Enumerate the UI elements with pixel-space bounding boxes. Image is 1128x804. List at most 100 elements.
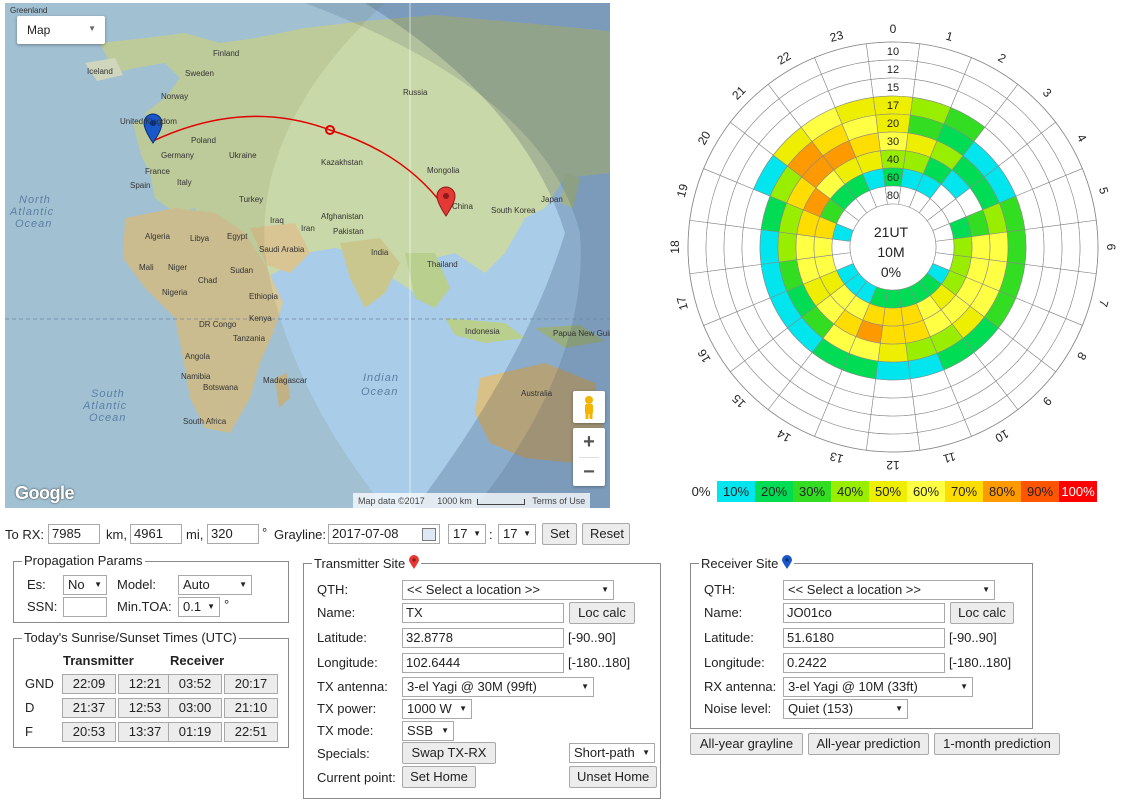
map-label-angola: Angola (185, 352, 210, 361)
polar-band-label: 40 (887, 154, 899, 166)
ocean-label: Atlantic (82, 400, 127, 412)
legend-swatch: 60% (907, 481, 945, 502)
receiver-site-title-text: Receiver Site (701, 556, 779, 571)
polar-band-label: 60 (887, 172, 899, 184)
sun-row-label: D (25, 700, 35, 715)
map-label-germany: Germany (161, 151, 194, 160)
tx-antenna-select[interactable]: 3-el Yagi @ 30M (99ft) (402, 677, 594, 697)
map-view[interactable]: Greenland Iceland Finland Sweden Norway … (5, 3, 610, 508)
map-label-ethiopia: Ethiopia (249, 292, 278, 301)
one-month-prediction-button[interactable]: 1-month prediction (934, 733, 1060, 755)
tx-loc-calc-button[interactable]: Loc calc (569, 602, 635, 624)
zoom-out-button[interactable]: − (573, 458, 605, 486)
sun-rx-header: Receiver (170, 653, 225, 668)
polar-hour-label: 10 (992, 426, 1011, 445)
km-label: km, (106, 527, 127, 542)
polar-cell (868, 414, 918, 435)
polar-cell (705, 222, 726, 272)
polar-hour-label: 1 (944, 29, 954, 44)
polar-cell (884, 289, 902, 309)
tx-lon-label: Longitude: (317, 655, 378, 670)
map-attribution: Map data ©2017 1000 km Terms of Use (353, 493, 591, 508)
all-year-prediction-button[interactable]: All-year prediction (808, 733, 929, 755)
scale-label[interactable]: 1000 km (432, 496, 477, 506)
set-home-button[interactable]: Set Home (402, 766, 476, 788)
tx-lat-label: Latitude: (317, 630, 367, 645)
rx-loc-calc-button[interactable]: Loc calc (950, 602, 1014, 624)
rx-antenna-select[interactable]: 3-el Yagi @ 10M (33ft) (783, 677, 973, 697)
map-label-south-korea: South Korea (491, 206, 536, 215)
rx-lon-field[interactable]: 0.2422 (783, 653, 945, 673)
polar-cell (1024, 226, 1045, 268)
ssn-field[interactable] (63, 597, 107, 617)
terms-link[interactable]: Terms of Use (527, 496, 590, 506)
rx-qth-select[interactable]: << Select a location >> (783, 580, 995, 600)
tx-power-select[interactable]: 1000 W (402, 699, 472, 719)
pegman-icon[interactable] (573, 391, 605, 423)
zoom-in-button[interactable]: + (573, 428, 605, 456)
map-label-finland: Finland (213, 49, 239, 58)
polar-cell (953, 236, 973, 258)
polar-cell (872, 378, 914, 399)
polar-cell (880, 324, 906, 345)
tx-lon-field[interactable]: 102.6444 (402, 653, 564, 673)
sun-time-cell: 12:53 (118, 698, 172, 718)
rx-lat-field[interactable]: 51.6180 (783, 628, 945, 648)
mi-field[interactable]: 4961 (130, 524, 182, 544)
bearing-field[interactable]: 320 (207, 524, 259, 544)
tx-name-field[interactable]: TX (402, 603, 564, 623)
all-year-grayline-button[interactable]: All-year grayline (690, 733, 803, 755)
sun-time-cell: 21:10 (224, 698, 278, 718)
legend-swatch: 30% (793, 481, 831, 502)
polar-hour-label: 5 (1096, 186, 1111, 196)
swap-tx-rx-button[interactable]: Swap TX-RX (402, 742, 496, 764)
es-select[interactable]: No (63, 575, 107, 595)
sun-time-cell: 22:09 (62, 674, 116, 694)
map-label-russia: Russia (403, 88, 428, 97)
reset-button[interactable]: Reset (582, 523, 630, 545)
km-field[interactable]: 7985 (48, 524, 100, 544)
tx-qth-select[interactable]: << Select a location >> (402, 580, 614, 600)
calendar-icon[interactable] (422, 528, 436, 541)
polar-cell (882, 307, 904, 327)
polar-hour-label: 16 (695, 346, 714, 365)
unset-home-button[interactable]: Unset Home (569, 766, 657, 788)
sun-time-cell: 12:21 (118, 674, 172, 694)
path-select[interactable]: Short-path (569, 743, 655, 763)
rx-name-field[interactable]: JO01co (783, 603, 945, 623)
minute-select[interactable]: 17 (498, 524, 536, 544)
map-label-namibia: Namibia (181, 372, 211, 381)
noise-level-select[interactable]: Quiet (153) (783, 699, 908, 719)
tx-lat-field[interactable]: 32.8778 (402, 628, 564, 648)
polar-cell (759, 229, 780, 265)
legend-swatch: 10% (717, 481, 755, 502)
tx-mode-select[interactable]: SSB (402, 721, 454, 741)
model-select[interactable]: Auto (178, 575, 252, 595)
map-data-link[interactable]: Map data ©2017 (353, 496, 430, 506)
polar-hour-label: 8 (1074, 350, 1090, 363)
current-point-label: Current point: (317, 770, 396, 785)
ocean-label: North (19, 194, 51, 206)
map-label-nigeria: Nigeria (162, 288, 188, 297)
sun-times-title: Today's Sunrise/Sunset Times (UTC) (22, 630, 239, 645)
map-type-select[interactable]: Map ▼ (17, 16, 105, 44)
polar-hour-label: 7 (1096, 298, 1111, 308)
legend-swatch: 100% (1059, 481, 1097, 502)
legend-swatch: 40% (831, 481, 869, 502)
polar-hour-label: 22 (775, 49, 794, 68)
legend-swatch: 20% (755, 481, 793, 502)
hour-select[interactable]: 17 (448, 524, 486, 544)
grayline-label: Grayline: (274, 527, 327, 542)
date-field[interactable]: 2017-07-08 (328, 524, 440, 544)
google-logo[interactable]: Google (15, 483, 75, 504)
specials-label: Specials: (317, 746, 370, 761)
map-label-norway: Norway (161, 92, 188, 101)
mi-label: mi, (186, 527, 204, 542)
chevron-down-icon: ▼ (88, 24, 96, 33)
map-label-thailand: Thailand (427, 260, 458, 269)
set-button[interactable]: Set (542, 523, 577, 545)
min-toa-select[interactable]: 0.1 (178, 597, 220, 617)
map-label-uk: United Kingdom (120, 117, 177, 126)
map-label-egypt: Egypt (227, 232, 248, 241)
sun-time-cell: 20:17 (224, 674, 278, 694)
